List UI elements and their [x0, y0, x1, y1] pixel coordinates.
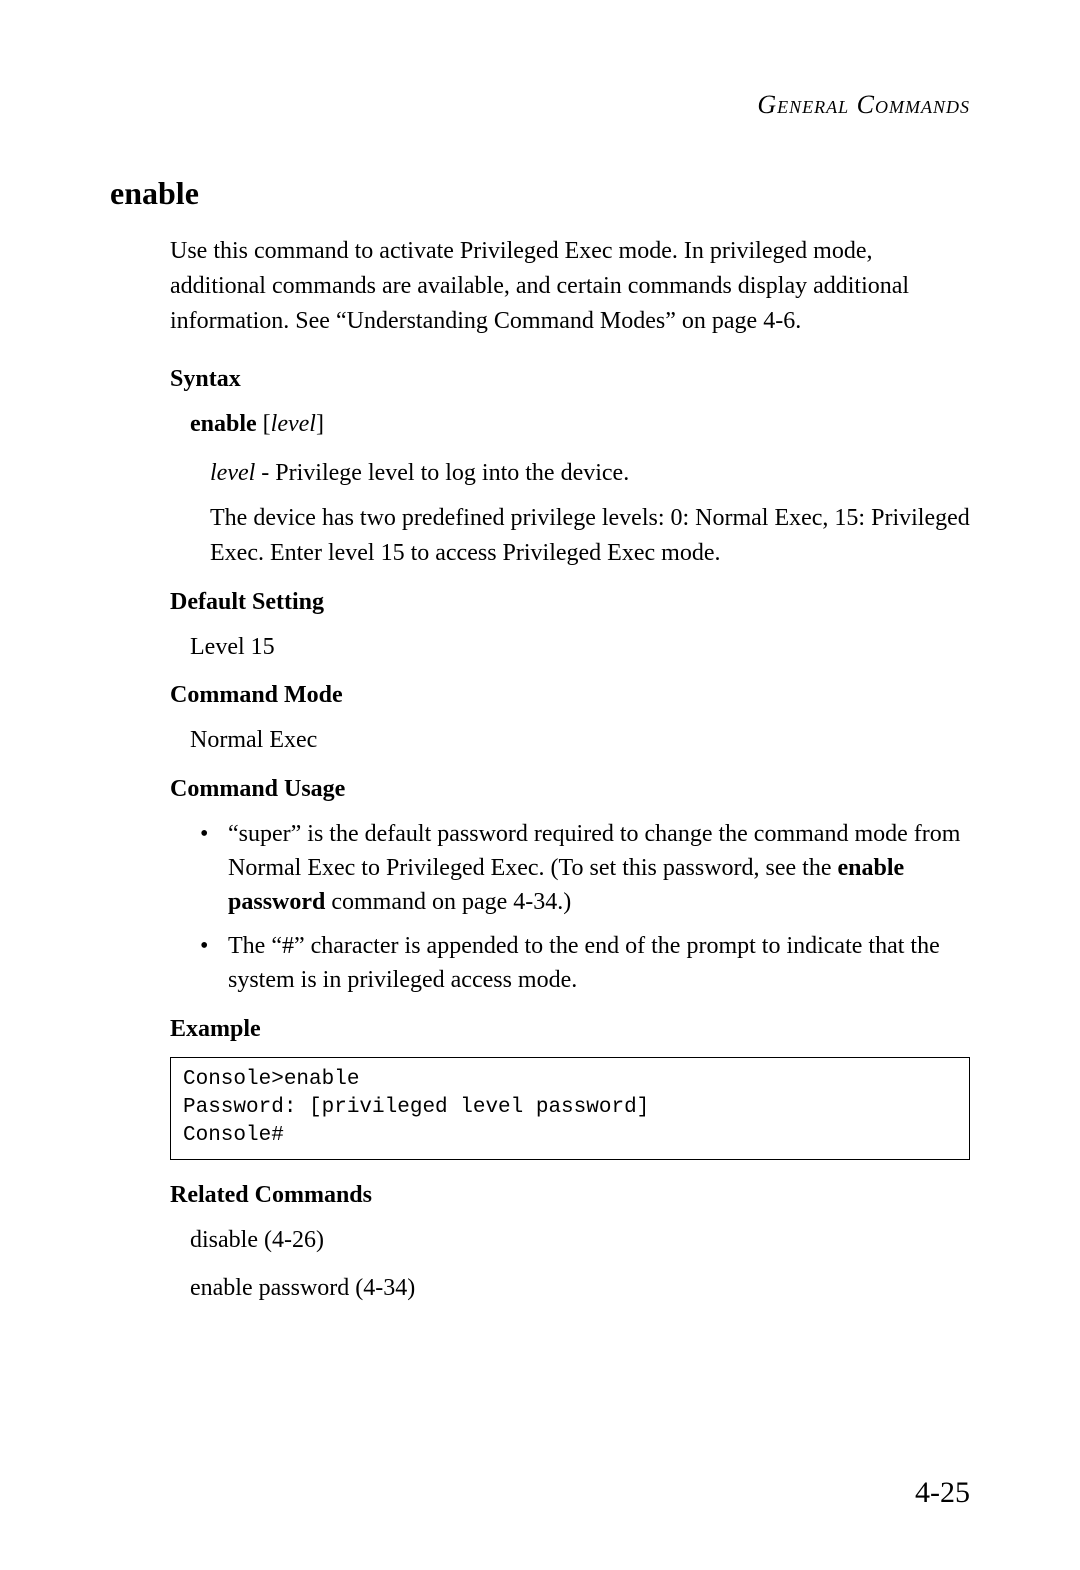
- command-mode-value: Normal Exec: [190, 723, 970, 758]
- syntax-line: enable [level]: [190, 407, 970, 442]
- syntax-param-desc: level - Privilege level to log into the …: [210, 456, 970, 491]
- command-name-heading: enable: [110, 175, 970, 212]
- usage-bullet-1: “super” is the default password required…: [200, 817, 970, 919]
- intro-paragraph: Use this command to activate Privileged …: [170, 234, 970, 338]
- syntax-bracket-close: ]: [316, 411, 324, 437]
- page-number: 4-25: [915, 1476, 970, 1510]
- related-item-1: disable (4-26): [190, 1223, 970, 1258]
- command-usage-heading: Command Usage: [170, 776, 970, 803]
- related-item-2: enable password (4-34): [190, 1271, 970, 1306]
- param-desc-text: Privilege level to log into the device.: [275, 460, 629, 486]
- example-code-block: Console>enable Password: [privileged lev…: [170, 1057, 970, 1160]
- page-header-title: General Commands: [110, 90, 970, 120]
- syntax-param-detail: The device has two predefined privilege …: [210, 501, 970, 571]
- default-setting-value: Level 15: [190, 630, 970, 665]
- example-heading: Example: [170, 1016, 970, 1043]
- param-sep: -: [255, 460, 275, 486]
- command-mode-heading: Command Mode: [170, 682, 970, 709]
- usage-bullet-list: “super” is the default password required…: [200, 817, 970, 997]
- related-commands-heading: Related Commands: [170, 1182, 970, 1209]
- syntax-heading: Syntax: [170, 366, 970, 393]
- bullet-1-post: command on page 4-34.): [325, 889, 571, 915]
- default-setting-heading: Default Setting: [170, 589, 970, 616]
- usage-bullet-2: The “#” character is appended to the end…: [200, 929, 970, 997]
- syntax-bracket-open: [: [257, 411, 271, 437]
- syntax-command: enable: [190, 411, 257, 437]
- syntax-param: level: [271, 411, 316, 437]
- param-name: level: [210, 460, 255, 486]
- bullet-2-pre: The “#” character is appended to the end…: [228, 933, 940, 993]
